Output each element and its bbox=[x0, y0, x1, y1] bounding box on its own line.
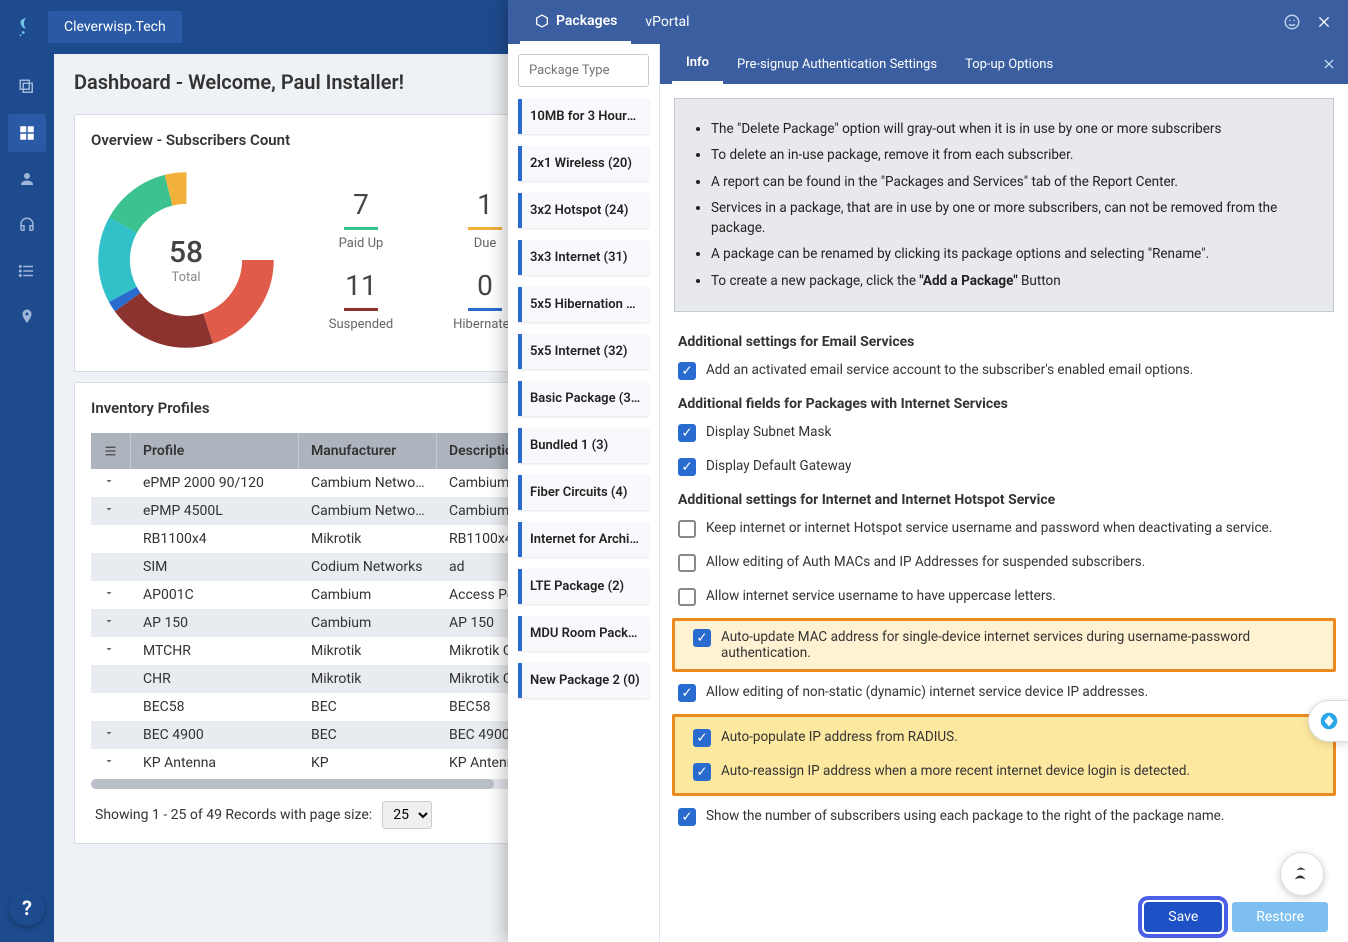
chk-show-subscriber-count[interactable]: ✓Show the number of subscribers using ea… bbox=[660, 800, 1348, 834]
expand-icon[interactable] bbox=[91, 609, 131, 637]
expand-icon[interactable] bbox=[91, 469, 131, 497]
subtab-close-icon[interactable] bbox=[1322, 57, 1336, 71]
subscribers-donut-chart: 58 Total bbox=[91, 165, 281, 355]
chk-default-gateway[interactable]: ✓Display Default Gateway bbox=[660, 450, 1348, 484]
checkbox-icon[interactable]: ✓ bbox=[693, 729, 711, 747]
scribble-fab-icon[interactable] bbox=[1280, 852, 1324, 896]
nav-headset-icon[interactable] bbox=[8, 206, 46, 244]
chk-keep-credentials[interactable]: Keep internet or internet Hotspot servic… bbox=[660, 512, 1348, 546]
tab-packages[interactable]: Packages bbox=[520, 0, 631, 44]
save-button[interactable]: Save bbox=[1144, 902, 1222, 932]
subtab-info[interactable]: Info bbox=[672, 44, 723, 84]
expand-icon[interactable] bbox=[91, 749, 131, 777]
nav-list-icon[interactable] bbox=[8, 252, 46, 290]
package-item[interactable]: Internet for Archived bbox=[518, 522, 649, 557]
expand-icon[interactable] bbox=[91, 665, 131, 693]
pager-text: Showing 1 - 25 of 49 Records with page s… bbox=[95, 807, 372, 823]
package-item[interactable]: MDU Room Package bbox=[518, 616, 649, 651]
package-item[interactable]: 3x3 Internet (31) bbox=[518, 240, 649, 275]
info-bullet: A report can be found in the "Packages a… bbox=[711, 172, 1317, 192]
th-profile[interactable]: Profile bbox=[131, 433, 299, 469]
subtab-presignup[interactable]: Pre-signup Authentication Settings bbox=[723, 44, 951, 84]
help-fab[interactable]: ? bbox=[9, 890, 45, 926]
checkbox-icon[interactable]: ✓ bbox=[678, 424, 696, 442]
package-item[interactable]: LTE Package (2) bbox=[518, 569, 649, 604]
highlight-radius-ip: ✓Auto-populate IP address from RADIUS. ✓… bbox=[672, 714, 1336, 796]
checkbox-icon[interactable]: ✓ bbox=[693, 763, 711, 781]
expand-icon[interactable] bbox=[91, 637, 131, 665]
table-menu-icon[interactable] bbox=[91, 433, 131, 469]
expand-icon[interactable] bbox=[91, 497, 131, 525]
checkbox-icon[interactable]: ✓ bbox=[678, 684, 696, 702]
checkbox-icon[interactable]: ✓ bbox=[678, 458, 696, 476]
chat-bubble-icon[interactable] bbox=[1308, 700, 1348, 742]
chk-subnet-mask[interactable]: ✓Display Subnet Mask bbox=[660, 416, 1348, 450]
expand-icon[interactable] bbox=[91, 553, 131, 581]
package-type-input[interactable] bbox=[518, 54, 649, 87]
app-logo-icon[interactable] bbox=[12, 13, 40, 41]
panel-footer-buttons: Save Restore bbox=[1144, 902, 1328, 932]
page-size-select[interactable]: 25 bbox=[382, 801, 432, 829]
chk-auto-update-mac[interactable]: ✓Auto-update MAC address for single-devi… bbox=[675, 621, 1333, 669]
info-bullet: Services in a package, that are in use b… bbox=[711, 198, 1317, 239]
expand-icon[interactable] bbox=[91, 581, 131, 609]
donut-total-label: Total bbox=[171, 270, 200, 285]
chk-auto-populate-radius[interactable]: ✓Auto-populate IP address from RADIUS. bbox=[675, 721, 1333, 755]
left-nav-rail bbox=[0, 54, 54, 942]
donut-total-value: 58 bbox=[169, 235, 203, 270]
chk-auto-reassign-ip[interactable]: ✓Auto-reassign IP address when a more re… bbox=[675, 755, 1333, 789]
th-manufacturer[interactable]: Manufacturer bbox=[299, 433, 437, 469]
brand-label[interactable]: Cleverwisp.Tech bbox=[48, 11, 182, 43]
nav-pin-icon[interactable] bbox=[8, 298, 46, 336]
package-item[interactable]: Basic Package (35) bbox=[518, 381, 649, 416]
package-item[interactable]: Fiber Circuits (4) bbox=[518, 475, 649, 510]
chk-edit-dynamic-ip[interactable]: ✓Allow editing of non-static (dynamic) i… bbox=[660, 676, 1348, 710]
info-bullet: A package can be renamed by clicking its… bbox=[711, 244, 1317, 264]
info-bullet: The "Delete Package" option will gray-ou… bbox=[711, 119, 1317, 139]
packages-list-column: 10MB for 3 Hours In 2x1 Wireless (20) 3x2 … bbox=[508, 44, 660, 942]
checkbox-icon[interactable] bbox=[678, 554, 696, 572]
info-box: The "Delete Package" option will gray-ou… bbox=[674, 98, 1334, 312]
package-item[interactable]: 2x1 Wireless (20) bbox=[518, 146, 649, 181]
package-item[interactable]: 3x2 Hotspot (24) bbox=[518, 193, 649, 228]
checkbox-icon[interactable]: ✓ bbox=[678, 808, 696, 826]
packages-panel: Packages vPortal 10MB for 3 Hours In 2x1 … bbox=[508, 0, 1348, 942]
panel-tabs: Packages vPortal bbox=[508, 0, 1348, 44]
tab-vportal[interactable]: vPortal bbox=[631, 0, 703, 44]
nav-copy-icon[interactable] bbox=[8, 68, 46, 106]
stat-suspended: 11Suspended bbox=[311, 269, 411, 332]
checkbox-icon[interactable]: ✓ bbox=[678, 362, 696, 380]
checkbox-icon[interactable] bbox=[678, 588, 696, 606]
nav-dashboard-icon[interactable] bbox=[8, 114, 46, 152]
package-item[interactable]: New Package 2 (0) bbox=[518, 663, 649, 698]
restore-button[interactable]: Restore bbox=[1232, 902, 1328, 932]
checkbox-icon[interactable]: ✓ bbox=[693, 629, 711, 647]
checkbox-icon[interactable] bbox=[678, 520, 696, 538]
settings-subtabs: Info Pre-signup Authentication Settings … bbox=[660, 44, 1348, 84]
emoji-icon[interactable] bbox=[1280, 10, 1304, 34]
package-item[interactable]: 5x5 Hibernation as a bbox=[518, 287, 649, 322]
chk-email-activated[interactable]: ✓Add an activated email service account … bbox=[660, 354, 1348, 388]
nav-user-icon[interactable] bbox=[8, 160, 46, 198]
info-bullet: To delete an in-use package, remove it f… bbox=[711, 145, 1317, 165]
stat-paid up: 7Paid Up bbox=[311, 188, 411, 251]
chk-uppercase-user[interactable]: Allow internet service username to have … bbox=[660, 580, 1348, 614]
expand-icon[interactable] bbox=[91, 525, 131, 553]
settings-column: Info Pre-signup Authentication Settings … bbox=[660, 44, 1348, 942]
package-item[interactable]: Bundled 1 (3) bbox=[518, 428, 649, 463]
package-item[interactable]: 5x5 Internet (32) bbox=[518, 334, 649, 369]
info-bullet: To create a new package, click the "Add … bbox=[711, 271, 1317, 291]
highlight-auto-update-mac: ✓Auto-update MAC address for single-devi… bbox=[672, 618, 1336, 672]
section-email-heading: Additional settings for Email Services bbox=[660, 326, 1348, 354]
package-item[interactable]: 10MB for 3 Hours In bbox=[518, 99, 649, 134]
section-fields-heading: Additional fields for Packages with Inte… bbox=[660, 388, 1348, 416]
expand-icon[interactable] bbox=[91, 693, 131, 721]
close-icon[interactable] bbox=[1312, 10, 1336, 34]
section-inet-heading: Additional settings for Internet and Int… bbox=[660, 484, 1348, 512]
expand-icon[interactable] bbox=[91, 721, 131, 749]
chk-edit-auth-macs[interactable]: Allow editing of Auth MACs and IP Addres… bbox=[660, 546, 1348, 580]
subtab-topup[interactable]: Top-up Options bbox=[951, 44, 1067, 84]
